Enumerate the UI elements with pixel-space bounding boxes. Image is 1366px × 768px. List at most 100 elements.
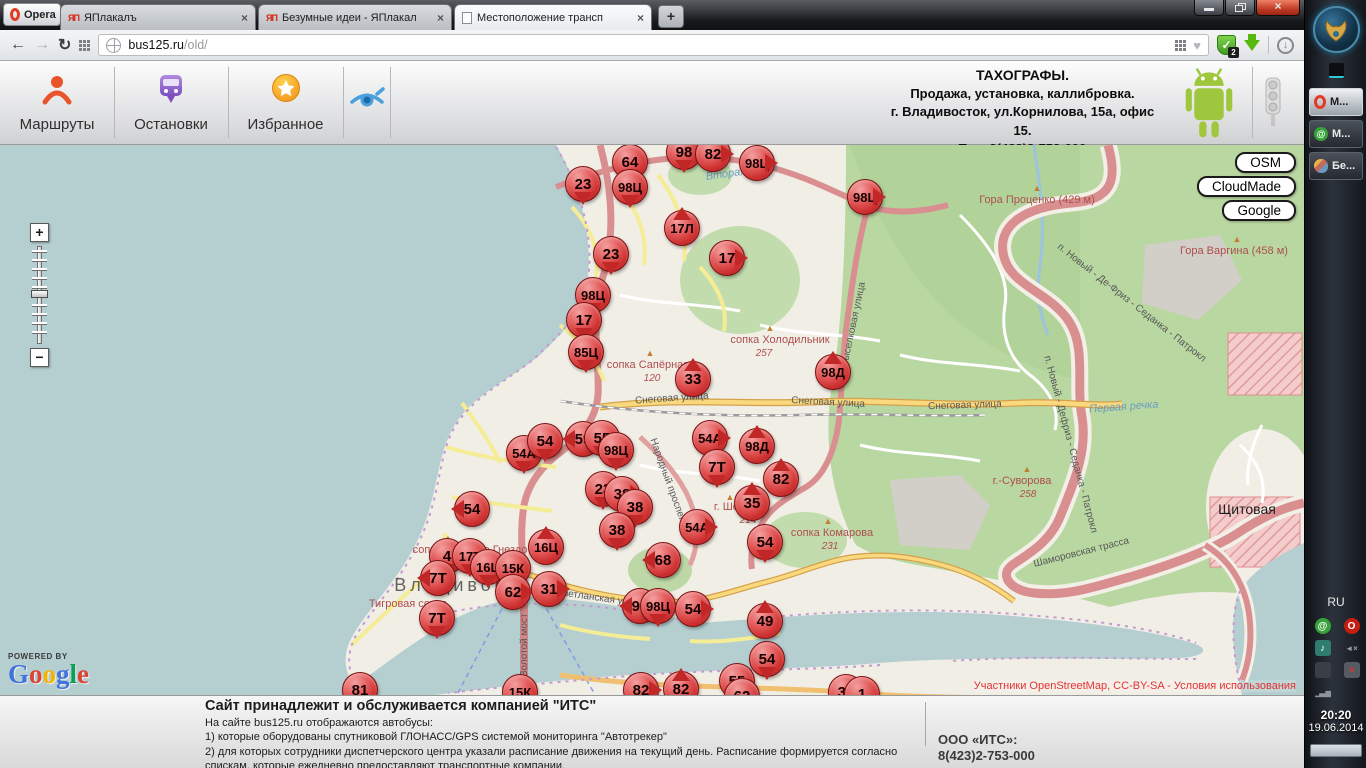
map[interactable]: Вторая речка▲Гора Проценко (429 м)▲Гора … [0, 145, 1304, 695]
taskbar-button-palette[interactable]: Бе... [1309, 152, 1363, 180]
bus-marker[interactable]: 68 [645, 542, 681, 578]
bus-marker[interactable]: 62 [495, 574, 531, 610]
layer-button-cloudmade[interactable]: CloudMade [1197, 176, 1296, 197]
bus-marker[interactable]: 31 [531, 571, 567, 607]
bus-route-number: 54 [464, 501, 481, 518]
security-shield-icon[interactable]: ✓2 [1217, 35, 1236, 55]
opera-tray-icon[interactable]: O [1344, 618, 1360, 634]
bus-marker[interactable]: 38 [599, 512, 635, 548]
bus-marker[interactable]: 54 [749, 641, 785, 677]
bus-marker[interactable]: 98Ц [847, 179, 883, 215]
bus-marker[interactable]: 82 [623, 672, 659, 695]
start-button[interactable] [1313, 6, 1360, 53]
toolbar-button-Избранное[interactable]: Избранное [228, 61, 343, 144]
bus-marker[interactable]: 7Т [419, 600, 455, 636]
bus-marker[interactable]: 17 [566, 302, 602, 338]
marker-tail [772, 449, 790, 471]
toolbar-button-Остановки[interactable]: Остановки [114, 61, 228, 144]
toolbar-button-eye[interactable] [343, 61, 390, 144]
bus-marker[interactable]: 98Ц [598, 432, 634, 468]
bus-marker[interactable]: 98Д [739, 428, 775, 464]
bus-marker[interactable]: 81 [342, 672, 378, 695]
bus-marker[interactable]: 98Ц [739, 145, 775, 181]
traffic-light-icon[interactable] [1262, 77, 1284, 127]
music-player-icon[interactable]: ♪ [1315, 640, 1331, 656]
zoom-in-button[interactable]: + [30, 223, 49, 242]
zoom-out-button[interactable]: − [30, 348, 49, 367]
bus-marker[interactable]: 54 [454, 491, 490, 527]
restore-button[interactable] [1225, 0, 1255, 16]
opera-menu-button[interactable]: Opera [3, 3, 61, 26]
toolbar-button-Маршруты[interactable]: Маршруты [0, 61, 114, 144]
bus-marker[interactable]: 98Ц [612, 169, 648, 205]
marker-tail [428, 626, 446, 648]
language-indicator[interactable]: RU [1305, 595, 1366, 609]
forward-icon[interactable]: → [34, 36, 50, 54]
bus-marker[interactable]: 17Л [664, 210, 700, 246]
extensions-grid-icon[interactable] [1175, 40, 1186, 51]
bus-marker[interactable]: 98Д [815, 354, 851, 390]
downloads-icon[interactable]: ↓ [1277, 37, 1294, 54]
layer-button-google[interactable]: Google [1222, 200, 1296, 221]
bus-marker[interactable]: 85Ц [568, 334, 604, 370]
osm-link[interactable]: OpenStreetMap [1029, 680, 1107, 692]
bus-marker[interactable]: 23 [593, 236, 629, 272]
zoom-slider[interactable] [30, 246, 49, 344]
minimize-button[interactable] [1194, 0, 1224, 16]
bus-marker[interactable]: 16Ц [528, 529, 564, 565]
layer-button-osm[interactable]: OSM [1235, 152, 1296, 173]
footer-line: 2) для которых сотрудники диспетчерского… [205, 746, 897, 758]
reload-icon[interactable]: ↻ [58, 35, 71, 55]
bus-marker[interactable]: 54 [747, 524, 783, 560]
tab-close-icon[interactable]: × [241, 11, 248, 25]
tab-close-icon[interactable]: × [437, 11, 444, 25]
opera-logo-icon [10, 8, 20, 21]
bus-marker[interactable]: 7Т [420, 560, 456, 596]
turbo-arrow-icon[interactable] [1244, 40, 1260, 59]
show-desktop-button[interactable] [1310, 744, 1362, 757]
bus-marker[interactable]: 33 [675, 361, 711, 397]
network-error-icon[interactable]: × [1344, 662, 1360, 678]
power-plug-icon[interactable] [1315, 662, 1331, 678]
volume-muted-icon[interactable]: ◄× [1344, 640, 1360, 656]
bus-markers-layer: 236498Ц988298Ц98Ц17Л231798Ц1785Ц3398Д54А… [0, 145, 1304, 695]
google-logo-letter: l [70, 659, 78, 689]
bus-route-number: 82 [673, 681, 690, 696]
bus-marker[interactable]: 7Т [699, 449, 735, 485]
bus-marker[interactable]: 49 [747, 603, 783, 639]
clock-time[interactable]: 20:20 [1305, 708, 1366, 722]
bookmark-heart-icon[interactable]: ♥ [1193, 38, 1201, 53]
bus-marker[interactable]: 82 [695, 145, 731, 172]
clock-date[interactable]: 19.06.2014 [1305, 722, 1366, 734]
marker-tail [718, 429, 740, 447]
tab-close-icon[interactable]: × [637, 11, 644, 25]
notification-area-icon[interactable] [1329, 63, 1344, 78]
bus-route-number: 98Д [745, 439, 769, 454]
bus-route-number: 17Л [670, 221, 694, 236]
taskbar-button-opera[interactable]: M... [1309, 88, 1363, 116]
mailru-agent-icon[interactable]: @ [1315, 618, 1331, 634]
browser-tab[interactable]: Местоположение трансп× [454, 4, 652, 30]
bus-marker[interactable]: 54А [679, 509, 715, 545]
bus-marker[interactable]: 17 [709, 240, 745, 276]
bus-marker[interactable]: 82 [763, 461, 799, 497]
bus-marker[interactable]: 35 [734, 485, 770, 521]
bus-marker[interactable]: 54 [675, 591, 711, 627]
wifi-signal-icon[interactable]: ▁▃▅ [1315, 684, 1331, 700]
browser-tab[interactable]: ЯПЯПлакалъ× [60, 4, 256, 30]
bus-marker[interactable]: 15К [502, 674, 538, 695]
bus-marker[interactable]: 23 [565, 166, 601, 202]
terms-link[interactable]: Условия использования [1174, 680, 1296, 692]
speed-dial-icon[interactable] [79, 40, 90, 51]
browser-tab[interactable]: ЯПБезумные идеи - ЯПлакал× [258, 4, 452, 30]
zoom-slider-handle[interactable] [31, 290, 48, 298]
marker-tail [537, 517, 555, 539]
back-icon[interactable]: ← [10, 36, 26, 54]
bus-marker[interactable]: 82 [663, 671, 699, 695]
taskbar-button-label: M... [1332, 128, 1350, 140]
url-field[interactable]: bus125.ru/old/ ♥ [98, 34, 1209, 56]
new-tab-button[interactable]: + [658, 5, 684, 28]
close-button[interactable]: × [1256, 0, 1300, 16]
bus-marker[interactable]: 98Ц [640, 588, 676, 624]
taskbar-button-mailru[interactable]: @M... [1309, 120, 1363, 148]
